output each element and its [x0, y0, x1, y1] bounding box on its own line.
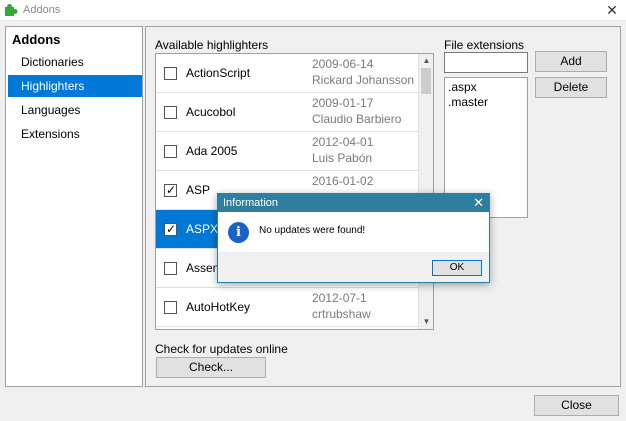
- vertical-scrollbar[interactable]: ▲ ▼: [418, 54, 433, 329]
- addon-category-list: Addons Dictionaries Highlighters Languag…: [5, 26, 143, 387]
- check-button[interactable]: Check...: [156, 357, 266, 378]
- highlighter-name: Acucobol: [186, 105, 236, 119]
- enable-checkbox[interactable]: [164, 67, 177, 80]
- enable-checkbox[interactable]: ✓: [164, 222, 177, 236]
- highlighter-name: ASP: [186, 183, 211, 197]
- highlighter-date: 2009-06-14: [312, 57, 374, 71]
- add-button[interactable]: Add: [535, 51, 607, 72]
- window-close-button[interactable]: ✕: [604, 2, 620, 18]
- category-heading: Addons: [12, 32, 61, 47]
- enable-checkbox[interactable]: [164, 262, 177, 275]
- highlighter-date: 2012-04-01: [312, 135, 374, 149]
- file-extensions-label: File extensions: [444, 38, 525, 52]
- extension-input[interactable]: [444, 52, 528, 73]
- highlighter-author: crtrubshaw: [312, 307, 371, 321]
- close-button[interactable]: Close: [534, 395, 619, 416]
- highlighter-name: ASPX: [186, 222, 219, 236]
- checkmark-icon: ✓: [166, 222, 177, 236]
- ok-button[interactable]: OK: [432, 260, 482, 276]
- dialog-message: No updates were found!: [259, 225, 366, 236]
- highlighter-name: Ada 2005: [186, 144, 238, 158]
- sidebar-item-languages[interactable]: Languages: [8, 99, 142, 121]
- scroll-thumb[interactable]: [421, 68, 431, 94]
- info-icon: i: [228, 222, 249, 243]
- list-item[interactable]: AutoHotKey 2012-07-1 crtrubshaw: [156, 288, 419, 327]
- enable-checkbox[interactable]: [164, 106, 177, 119]
- highlighter-date: 2009-01-17: [312, 96, 374, 110]
- highlighter-author: Luis Pabón: [312, 151, 373, 165]
- window-title: Addons: [23, 4, 61, 16]
- sidebar-item-extensions[interactable]: Extensions: [8, 123, 142, 145]
- highlighter-date: 2012-07-1: [312, 291, 367, 305]
- enable-checkbox[interactable]: [164, 145, 177, 158]
- dialog-close-button[interactable]: ✕: [473, 195, 484, 211]
- scroll-up-icon[interactable]: ▲: [419, 54, 433, 68]
- dialog-title-bar: Information ✕: [218, 194, 489, 212]
- highlighter-date: 2016-01-02: [312, 174, 374, 188]
- highlighter-author: Rickard Johansson: [312, 73, 415, 87]
- highlighter-name: AutoHotKey: [186, 300, 251, 314]
- delete-button[interactable]: Delete: [535, 77, 607, 98]
- sidebar-item-highlighters[interactable]: Highlighters: [8, 75, 142, 97]
- available-highlighters-label: Available highlighters: [155, 38, 269, 52]
- title-bar: Addons ✕: [0, 0, 626, 21]
- list-item[interactable]: .master: [448, 95, 488, 109]
- list-item[interactable]: Acucobol 2009-01-17 Claudio Barbiero: [156, 93, 419, 132]
- check-updates-label: Check for updates online: [155, 342, 288, 356]
- highlighter-list[interactable]: ActionScript 2009-06-14 Rickard Johansso…: [155, 53, 434, 330]
- sidebar-item-dictionaries[interactable]: Dictionaries: [8, 51, 142, 73]
- list-item[interactable]: .aspx: [448, 80, 477, 94]
- enable-checkbox[interactable]: ✓: [164, 183, 177, 197]
- list-item[interactable]: Ada 2005 2012-04-01 Luis Pabón: [156, 132, 419, 171]
- highlighter-name: ActionScript: [186, 66, 251, 80]
- puzzle-icon: [5, 4, 18, 16]
- list-item[interactable]: ActionScript 2009-06-14 Rickard Johansso…: [156, 54, 419, 93]
- enable-checkbox[interactable]: [164, 301, 177, 314]
- highlighter-author: Claudio Barbiero: [312, 112, 402, 126]
- dialog-button-area: OK: [218, 252, 489, 282]
- scroll-down-icon[interactable]: ▼: [419, 315, 433, 329]
- checkmark-icon: ✓: [166, 183, 177, 197]
- dialog-title: Information: [223, 197, 279, 209]
- information-dialog: Information ✕ i No updates were found! O…: [217, 193, 490, 283]
